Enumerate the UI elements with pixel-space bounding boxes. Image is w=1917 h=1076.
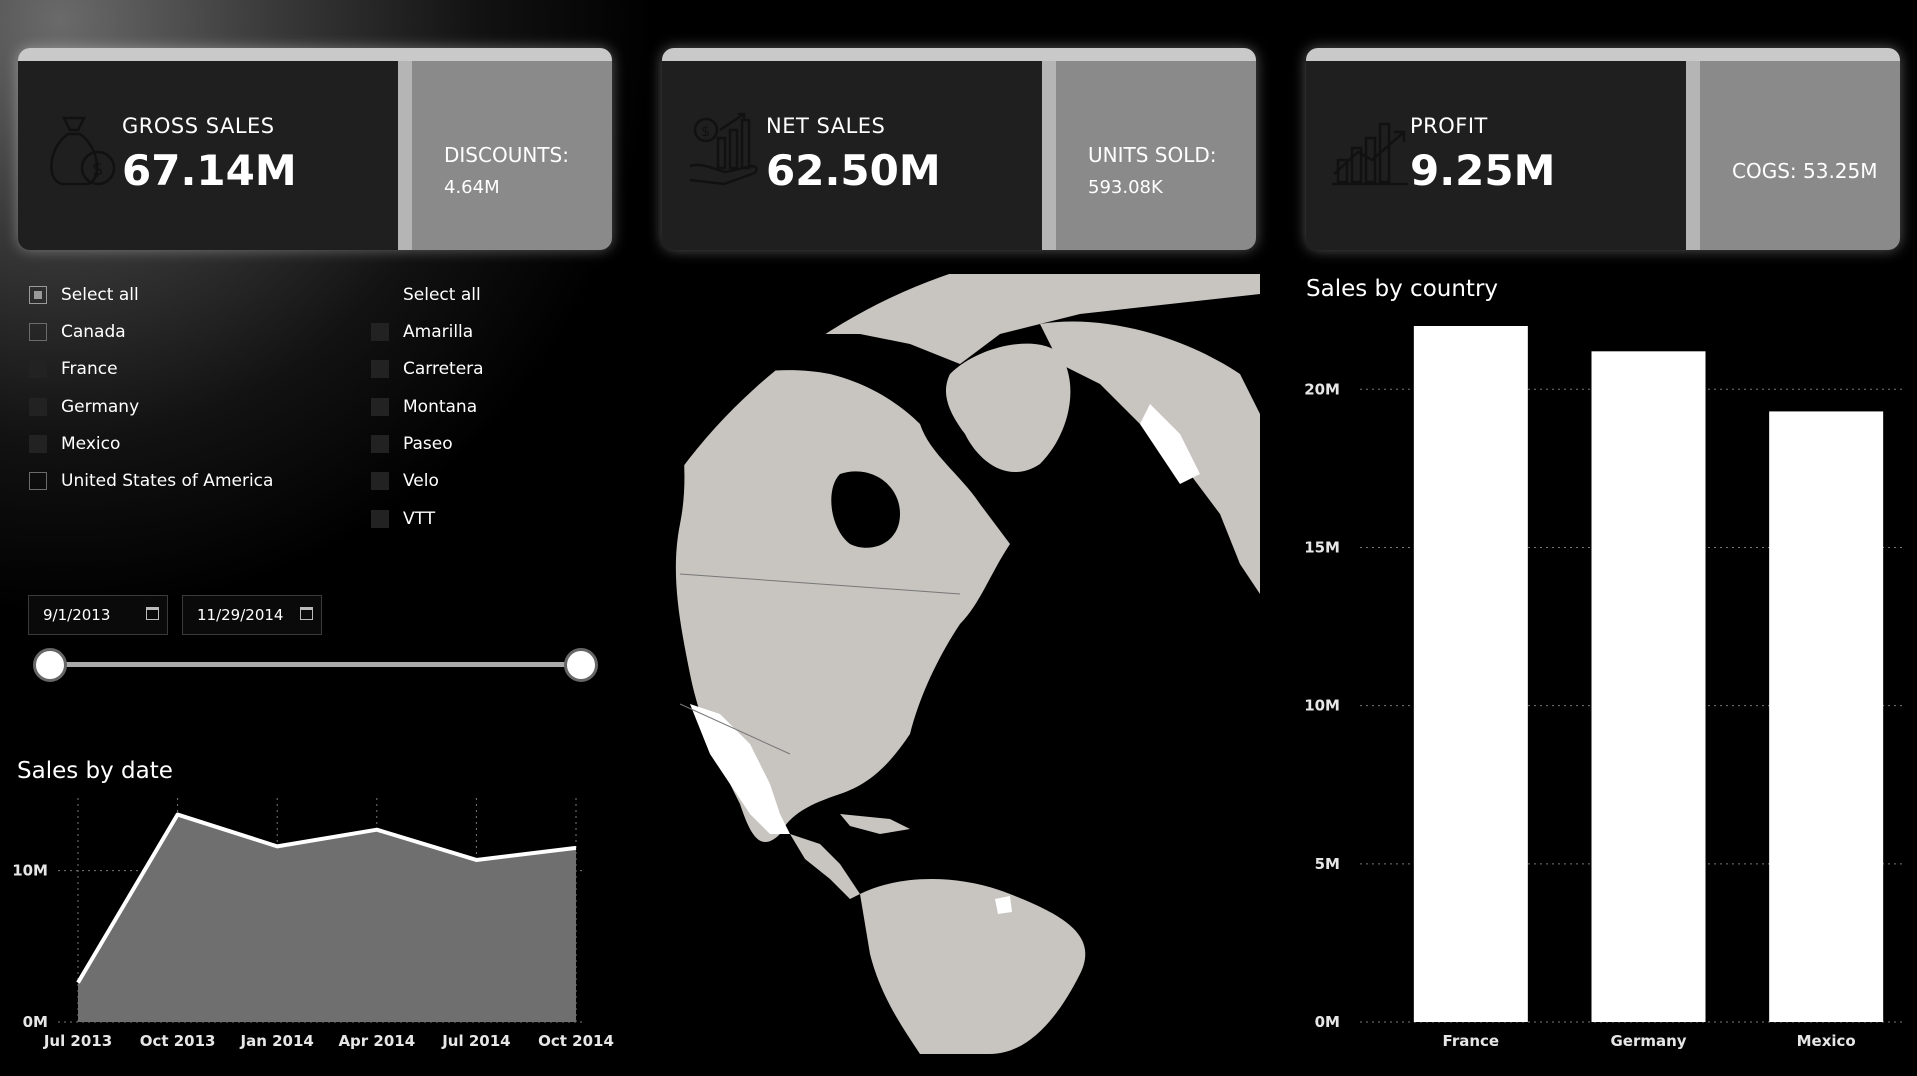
date-range-track[interactable] [50, 662, 580, 667]
end-date-value: 11/29/2014 [197, 606, 284, 624]
sales-by-date-title: Sales by date [17, 758, 173, 784]
y-tick-label: 15M [1304, 538, 1340, 556]
x-tick-label: Mexico [1797, 1032, 1856, 1050]
y-tick-label: 5M [1315, 855, 1340, 873]
card-side-panel: UNITS SOLD: 593.08K [1042, 61, 1256, 250]
checkbox[interactable] [371, 472, 389, 490]
card-side-label: COGS: 53.25M [1732, 159, 1878, 183]
date-range-start-handle[interactable] [33, 648, 67, 682]
slicer-item-label: VTT [403, 509, 436, 529]
card-side-value: 593.08K [1088, 177, 1163, 198]
y-tick-label: 0M [1315, 1013, 1340, 1031]
x-tick-label: Apr 2014 [338, 1032, 415, 1050]
card-top-bar [1306, 48, 1900, 61]
slicer-select-all[interactable]: Select all [403, 282, 481, 308]
area-fill [78, 814, 576, 1022]
start-date-input[interactable]: 9/1/2013 [28, 595, 168, 635]
slicer-item-label: Mexico [61, 434, 121, 454]
x-tick-label: Jan 2014 [240, 1032, 314, 1050]
french-guiana-highlight [995, 896, 1012, 914]
checkbox[interactable] [29, 472, 47, 490]
slicer-item-usa[interactable]: United States of America [29, 468, 273, 494]
slicer-item-label: Paseo [403, 434, 453, 454]
gross-sales-card[interactable]: $ GROSS SALES 67.14M DISCOUNTS: 4.64M [18, 48, 612, 250]
y-tick-label: 10M [1304, 697, 1340, 715]
checkbox[interactable] [29, 398, 47, 416]
checkbox[interactable] [371, 323, 389, 341]
slicer-item-label: Canada [61, 322, 126, 342]
y-tick-label: 0M [23, 1013, 48, 1031]
y-tick-label: 20M [1304, 380, 1340, 398]
checkbox[interactable] [371, 398, 389, 416]
card-side-label: UNITS SOLD: [1088, 143, 1217, 167]
card-label: GROSS SALES [122, 114, 275, 138]
slicer-item-label: Select all [61, 285, 139, 305]
x-tick-label: Oct 2013 [140, 1032, 216, 1050]
x-tick-label: Germany [1610, 1032, 1686, 1050]
card-side-label: DISCOUNTS: [444, 143, 569, 167]
checkbox[interactable] [29, 435, 47, 453]
y-tick-label: 10M [12, 862, 48, 880]
card-label: PROFIT [1410, 114, 1488, 138]
card-value: 67.14M [122, 146, 297, 195]
slicer-item-label: Germany [61, 397, 140, 417]
slicer-item-mexico[interactable]: Mexico [29, 431, 120, 457]
slicer-item-france[interactable]: France [29, 356, 118, 382]
slicer-item-paseo[interactable]: Paseo [371, 431, 453, 457]
slicer-item-label: Select all [403, 285, 481, 305]
card-top-bar [18, 48, 612, 61]
sales-map[interactable] [660, 274, 1260, 1054]
checkbox[interactable] [371, 510, 389, 528]
hand-money-chart-icon: $ [689, 112, 758, 186]
calendar-icon[interactable] [146, 607, 159, 620]
bar-france [1413, 326, 1528, 1022]
growth-chart-icon [1332, 122, 1408, 186]
end-date-input[interactable]: 11/29/2014 [182, 595, 322, 635]
sales-by-country-title: Sales by country [1306, 276, 1499, 302]
x-tick-label: Oct 2014 [538, 1032, 614, 1050]
slicer-item-label: Montana [403, 397, 478, 417]
card-label: NET SALES [766, 114, 886, 138]
sales-by-date-chart[interactable]: 0M 10M Jul 2013 Oct 2013 Jan 2014 Apr 2014 Jul… [0, 790, 620, 1076]
checkbox-partial[interactable] [29, 286, 47, 304]
date-range-end-handle[interactable] [564, 648, 598, 682]
svg-text:$: $ [92, 159, 103, 180]
slicer-item-vtt[interactable]: VTT [371, 506, 435, 532]
calendar-icon[interactable] [300, 607, 313, 620]
slicer-item-montana[interactable]: Montana [371, 394, 477, 420]
slicer-item-velo[interactable]: Velo [371, 468, 439, 494]
slicer-item-label: Velo [403, 471, 439, 491]
net-sales-card[interactable]: $ NET SALES 62.50M UNITS SOLD: 593.08K [662, 48, 1256, 250]
slicer-item-label: Amarilla [403, 322, 474, 342]
start-date-value: 9/1/2013 [43, 606, 111, 624]
checkbox[interactable] [371, 435, 389, 453]
card-top-bar [662, 48, 1256, 61]
slicer-item-canada[interactable]: Canada [29, 319, 126, 345]
card-value: 9.25M [1410, 146, 1556, 195]
checkbox[interactable] [29, 360, 47, 378]
card-side-panel: DISCOUNTS: 4.64M [398, 61, 612, 250]
slicer-item-germany[interactable]: Germany [29, 394, 139, 420]
x-tick-label: Jul 2013 [43, 1032, 112, 1050]
slicer-item-amarilla[interactable]: Amarilla [371, 319, 473, 345]
x-tick-label: France [1443, 1032, 1500, 1050]
slicer-item-carretera[interactable]: Carretera [371, 356, 484, 382]
checkbox[interactable] [371, 360, 389, 378]
slicer-select-all[interactable]: Select all [29, 282, 139, 308]
slicer-item-label: United States of America [61, 471, 274, 491]
profit-card[interactable]: PROFIT 9.25M COGS: 53.25M [1306, 48, 1900, 250]
card-side-panel: COGS: 53.25M [1686, 61, 1900, 250]
x-tick-label: Jul 2014 [441, 1032, 510, 1050]
money-bag-icon: $ [50, 116, 116, 186]
svg-text:$: $ [701, 124, 710, 140]
card-side-value: 4.64M [444, 177, 500, 198]
card-value: 62.50M [766, 146, 941, 195]
sales-by-country-chart[interactable]: 0M 5M 10M 15M 20M France Germany Mexico [1290, 300, 1910, 1060]
slicer-item-label: Carretera [403, 359, 484, 379]
bar-mexico [1769, 411, 1884, 1022]
checkbox[interactable] [29, 323, 47, 341]
slicer-item-label: France [61, 359, 118, 379]
bar-germany [1591, 351, 1706, 1022]
